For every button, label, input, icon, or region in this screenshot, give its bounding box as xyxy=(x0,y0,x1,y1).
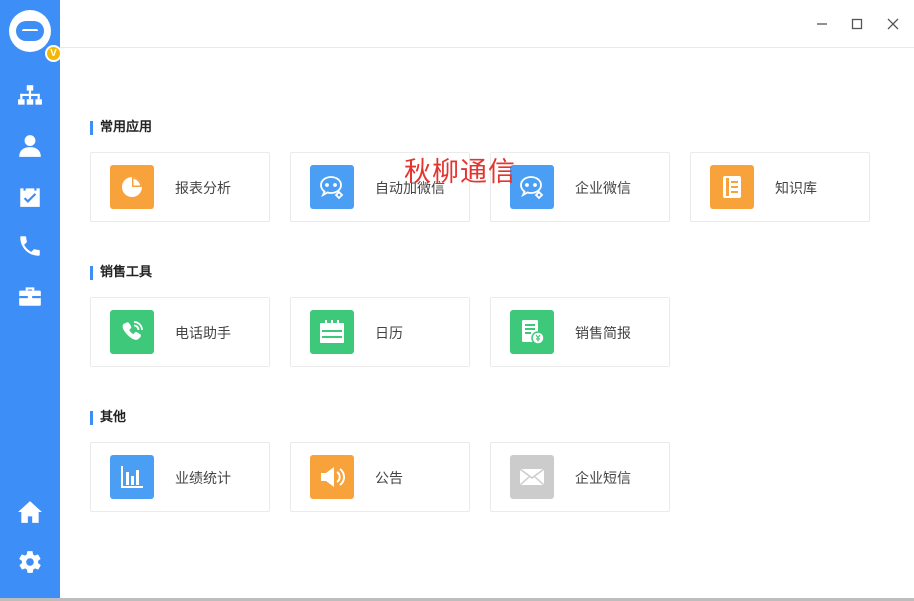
app-window: V 常用应用 报表分析 自动加微信 企业微信 知识库 销售工具 电话助手 日历 … xyxy=(0,0,914,601)
app-card-calendar[interactable]: 日历 xyxy=(290,297,470,367)
wechat-add-icon xyxy=(310,165,354,209)
title-bar xyxy=(60,0,914,48)
maximize-icon xyxy=(851,18,863,30)
section-title-sales-tools: 销售工具 xyxy=(90,265,152,281)
section-title-other: 其他 xyxy=(90,410,126,426)
app-card-label: 日历 xyxy=(375,326,403,342)
app-card-wechat-work[interactable]: 企业微信 xyxy=(490,152,670,222)
contact-icon[interactable] xyxy=(15,131,45,161)
org-structure-icon[interactable] xyxy=(15,81,45,111)
phone-assistant-icon xyxy=(110,310,154,354)
settings-icon[interactable] xyxy=(15,547,45,577)
calendar-check-icon[interactable] xyxy=(15,181,45,211)
watermark-text: 秋柳通信 xyxy=(404,157,516,188)
app-card-performance-stats[interactable]: 业绩统计 xyxy=(90,442,270,512)
app-card-report-analysis[interactable]: 报表分析 xyxy=(90,152,270,222)
app-card-label: 电话助手 xyxy=(175,326,231,342)
app-card-knowledge-base[interactable]: 知识库 xyxy=(690,152,870,222)
sms-envelope-icon xyxy=(510,455,554,499)
robot-face-icon xyxy=(16,21,44,41)
app-card-announcement[interactable]: 公告 xyxy=(290,442,470,512)
bar-chart-icon xyxy=(110,455,154,499)
app-card-label: 销售简报 xyxy=(575,326,631,342)
app-logo[interactable]: V xyxy=(9,10,62,62)
calendar-icon xyxy=(310,310,354,354)
section-title-common-apps: 常用应用 xyxy=(90,120,152,136)
maximize-button[interactable] xyxy=(845,12,869,36)
minimize-button[interactable] xyxy=(810,12,834,36)
home-icon[interactable] xyxy=(15,497,45,527)
app-card-enterprise-sms[interactable]: 企业短信 xyxy=(490,442,670,512)
app-card-label: 业绩统计 xyxy=(175,471,231,487)
app-card-label: 企业短信 xyxy=(575,471,631,487)
app-card-label: 公告 xyxy=(375,471,403,487)
announcement-speaker-icon xyxy=(310,455,354,499)
pie-chart-icon xyxy=(110,165,154,209)
sidebar: V xyxy=(0,0,62,598)
app-card-label: 知识库 xyxy=(775,181,817,197)
app-card-label: 报表分析 xyxy=(175,181,231,197)
close-icon xyxy=(887,18,899,30)
close-button[interactable] xyxy=(881,12,905,36)
phone-icon[interactable] xyxy=(15,231,45,261)
toolbox-icon[interactable] xyxy=(15,281,45,311)
wechat-work-icon xyxy=(510,165,554,209)
knowledge-book-icon xyxy=(710,165,754,209)
sales-report-icon xyxy=(510,310,554,354)
app-card-label: 企业微信 xyxy=(575,181,631,197)
app-card-phone-assistant[interactable]: 电话助手 xyxy=(90,297,270,367)
minimize-icon xyxy=(817,23,827,25)
app-card-sales-report[interactable]: 销售简报 xyxy=(490,297,670,367)
